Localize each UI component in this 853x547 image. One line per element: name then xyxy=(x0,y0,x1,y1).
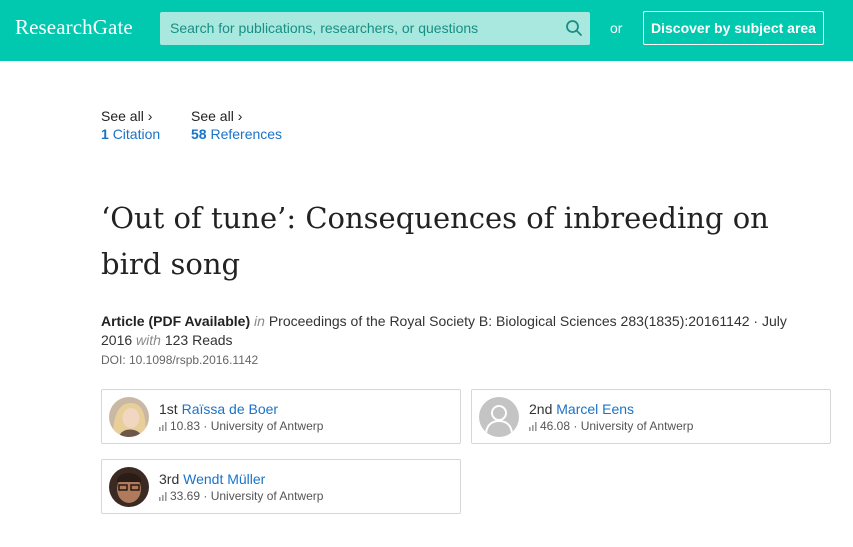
rg-score-icon xyxy=(529,422,537,431)
author-name-link[interactable]: Raïssa de Boer xyxy=(182,401,279,417)
rg-score: 33.69 xyxy=(170,489,201,503)
or-label: or xyxy=(610,20,623,36)
author-name-link[interactable]: Marcel Eens xyxy=(556,401,634,417)
in-label: in xyxy=(254,313,265,329)
rg-score-icon xyxy=(159,422,167,431)
author-card[interactable]: 1st Raïssa de Boer 10.83 · University of… xyxy=(101,389,461,444)
see-all-references-link[interactable]: See all › xyxy=(191,107,282,125)
author-affiliation: · University of Antwerp xyxy=(203,489,324,503)
reference-label[interactable]: References xyxy=(210,126,282,142)
rg-score: 10.83 xyxy=(170,419,201,433)
author-card[interactable]: 3rd Wendt Müller 33.69 · University of A… xyxy=(101,459,461,514)
researchgate-logo[interactable]: ResearchGate xyxy=(15,15,133,40)
search-bar[interactable]: Search for publications, researchers, or… xyxy=(160,12,590,45)
with-label: with xyxy=(136,332,161,348)
reference-count[interactable]: 58 xyxy=(191,126,207,142)
article-meta: Article (PDF Available) in Proceedings o… xyxy=(101,312,821,350)
rg-score: 46.08 xyxy=(540,419,571,433)
rg-score-icon xyxy=(159,492,167,501)
author-rank: 1st xyxy=(159,401,178,417)
references-stat[interactable]: See all › 58 References xyxy=(191,107,282,143)
author-photo-icon[interactable] xyxy=(109,397,149,437)
citation-label[interactable]: Citation xyxy=(113,126,160,142)
article-title: ‘Out of tune’: Consequences of inbreedin… xyxy=(101,201,769,281)
article-type: Article (PDF Available) xyxy=(101,313,251,329)
search-input[interactable]: Search for publications, researchers, or… xyxy=(170,20,478,36)
top-navigation-bar: ResearchGate Search for publications, re… xyxy=(0,0,853,61)
discover-by-subject-button[interactable]: Discover by subject area xyxy=(643,11,824,45)
reads-count: 123 Reads xyxy=(164,332,233,348)
see-all-citations-link[interactable]: See all › xyxy=(101,107,160,125)
author-rank: 3rd xyxy=(159,471,180,487)
default-user-icon[interactable] xyxy=(479,397,519,437)
author-card[interactable]: 2nd Marcel Eens 46.08 · University of An… xyxy=(471,389,831,444)
citations-stat[interactable]: See all › 1 Citation xyxy=(101,107,160,143)
author-affiliation: · University of Antwerp xyxy=(203,419,324,433)
author-photo-icon[interactable] xyxy=(109,467,149,507)
citation-count[interactable]: 1 xyxy=(101,126,109,142)
author-rank: 2nd xyxy=(529,401,553,417)
doi[interactable]: DOI: 10.1098/rspb.2016.1142 xyxy=(101,353,258,367)
author-affiliation: · University of Antwerp xyxy=(573,419,694,433)
search-icon[interactable] xyxy=(565,19,583,37)
author-name-link[interactable]: Wendt Müller xyxy=(183,471,265,487)
